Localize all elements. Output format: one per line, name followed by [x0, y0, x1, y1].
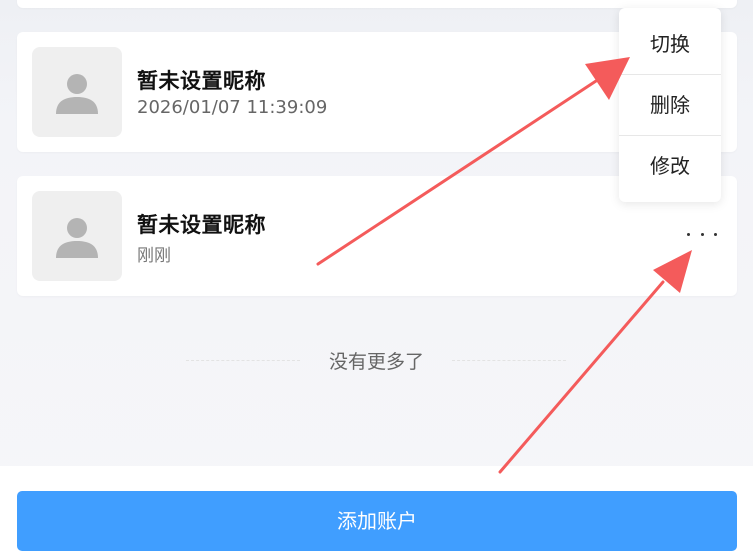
- delete-account-menu-item[interactable]: 删除: [619, 75, 721, 136]
- more-dot: [714, 232, 717, 236]
- more-dot: [687, 232, 690, 236]
- list-end-text: 没有更多了: [328, 351, 424, 373]
- divider-line: [452, 360, 566, 361]
- more-dots-icon[interactable]: [687, 224, 717, 244]
- user-silhouette-icon: [56, 74, 98, 114]
- avatar: [32, 47, 122, 137]
- account-login-time: 2026/01/07 11:39:09: [137, 97, 328, 118]
- account-card-partial: [17, 0, 737, 8]
- more-dot: [700, 232, 704, 236]
- avatar: [32, 191, 122, 281]
- account-nickname: 暂未设置昵称: [137, 69, 266, 93]
- add-account-button[interactable]: 添加账户: [17, 491, 737, 551]
- switch-account-menu-item[interactable]: 切换: [619, 8, 721, 75]
- list-end-indicator: 没有更多了: [0, 344, 753, 376]
- user-silhouette-icon: [56, 218, 98, 258]
- account-login-time: 刚刚: [137, 246, 171, 266]
- account-list-screen: 暂未设置昵称 2026/01/07 11:39:09 暂未设置昵称 刚刚 切换 …: [0, 0, 753, 555]
- edit-account-menu-item[interactable]: 修改: [619, 136, 721, 196]
- footer-bar: 添加账户: [0, 466, 753, 555]
- account-nickname: 暂未设置昵称: [137, 213, 266, 237]
- account-actions-popup: 切换 删除 修改: [619, 8, 721, 202]
